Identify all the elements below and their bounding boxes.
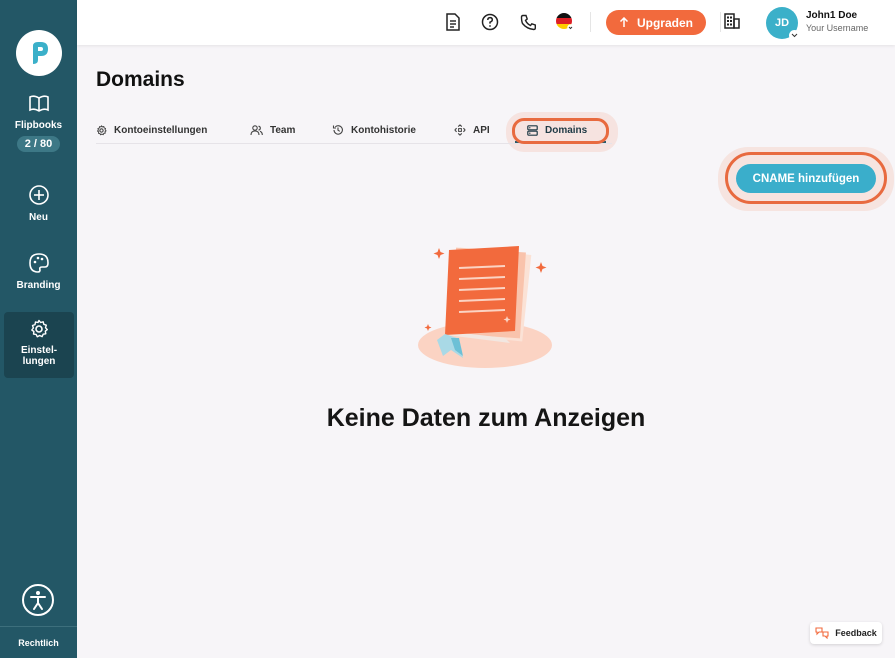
sidebar-item-label: Neu bbox=[29, 212, 48, 223]
api-icon bbox=[454, 124, 466, 136]
sidebar-item-label: lungen bbox=[22, 356, 56, 367]
upgrade-button[interactable]: Upgraden bbox=[606, 10, 706, 35]
sidebar: Flipbooks 2 / 80 Neu Branding Einstel- l… bbox=[0, 0, 77, 658]
user-menu[interactable]: JD John1 Doe Your Username bbox=[760, 5, 895, 41]
top-bar: Upgraden JD John1 Doe Your Username bbox=[77, 0, 895, 45]
tab-label: Kontoeinstellungen bbox=[114, 124, 208, 136]
sidebar-divider bbox=[0, 626, 77, 627]
flipbooks-count-badge: 2 / 80 bbox=[16, 136, 61, 152]
tab-label: API bbox=[473, 124, 490, 136]
tab-account-settings[interactable]: Kontoeinstellungen bbox=[96, 118, 207, 142]
document-button[interactable] bbox=[443, 12, 463, 32]
language-selector[interactable] bbox=[555, 12, 575, 32]
open-book-icon bbox=[28, 95, 49, 112]
palette-icon bbox=[28, 253, 49, 273]
tab-label: Team bbox=[270, 124, 296, 136]
help-icon bbox=[481, 13, 499, 31]
building-icon bbox=[724, 13, 740, 29]
sidebar-item-label: Flipbooks bbox=[14, 120, 63, 131]
sidebar-item-label: Einstel- bbox=[20, 345, 58, 356]
page-title: Domains bbox=[96, 68, 185, 91]
help-button[interactable] bbox=[480, 12, 500, 32]
accessibility-button[interactable] bbox=[22, 584, 54, 616]
user-name: John1 Doe bbox=[806, 10, 858, 21]
user-username: Your Username bbox=[806, 23, 869, 33]
app-logo[interactable] bbox=[16, 30, 62, 76]
users-icon bbox=[250, 124, 263, 135]
document-icon bbox=[446, 13, 460, 31]
tab-api[interactable]: API bbox=[454, 118, 490, 142]
tab-account-history[interactable]: Kontohistorie bbox=[332, 118, 416, 142]
sidebar-item-new[interactable]: Neu bbox=[0, 184, 77, 223]
sidebar-item-settings[interactable]: Einstel- lungen bbox=[4, 312, 74, 378]
plus-circle-icon bbox=[28, 185, 49, 205]
feedback-button[interactable]: Feedback bbox=[810, 622, 882, 644]
german-flag-icon bbox=[556, 13, 574, 31]
add-cname-button[interactable]: CNAME hinzufügen bbox=[736, 164, 876, 193]
topbar-divider bbox=[590, 12, 591, 32]
tab-label: Kontohistorie bbox=[351, 124, 416, 136]
gear-icon bbox=[31, 319, 48, 338]
chevron-down-icon bbox=[789, 30, 800, 41]
accessibility-icon bbox=[30, 591, 46, 610]
upgrade-label: Upgraden bbox=[636, 15, 693, 30]
logo-icon bbox=[33, 42, 48, 64]
phone-button[interactable] bbox=[518, 12, 538, 32]
feedback-label: Feedback bbox=[835, 628, 877, 638]
tab-team[interactable]: Team bbox=[250, 118, 295, 142]
feedback-icon bbox=[815, 627, 829, 639]
sidebar-legal-link[interactable]: Rechtlich bbox=[0, 638, 77, 648]
empty-book-illustration bbox=[418, 246, 552, 368]
organization-button[interactable] bbox=[723, 12, 741, 35]
sidebar-item-branding[interactable]: Branding bbox=[0, 252, 77, 291]
arrow-up-icon bbox=[619, 17, 629, 27]
tab-focus-ring bbox=[512, 118, 609, 144]
empty-state-message: Keine Daten zum Anzeigen bbox=[326, 404, 646, 432]
history-icon bbox=[332, 125, 343, 135]
phone-icon bbox=[520, 14, 536, 30]
gear-icon bbox=[97, 124, 107, 135]
sidebar-item-label: Branding bbox=[16, 280, 61, 291]
sidebar-item-flipbooks[interactable]: Flipbooks 2 / 80 bbox=[0, 94, 77, 152]
topbar-divider bbox=[720, 12, 721, 32]
